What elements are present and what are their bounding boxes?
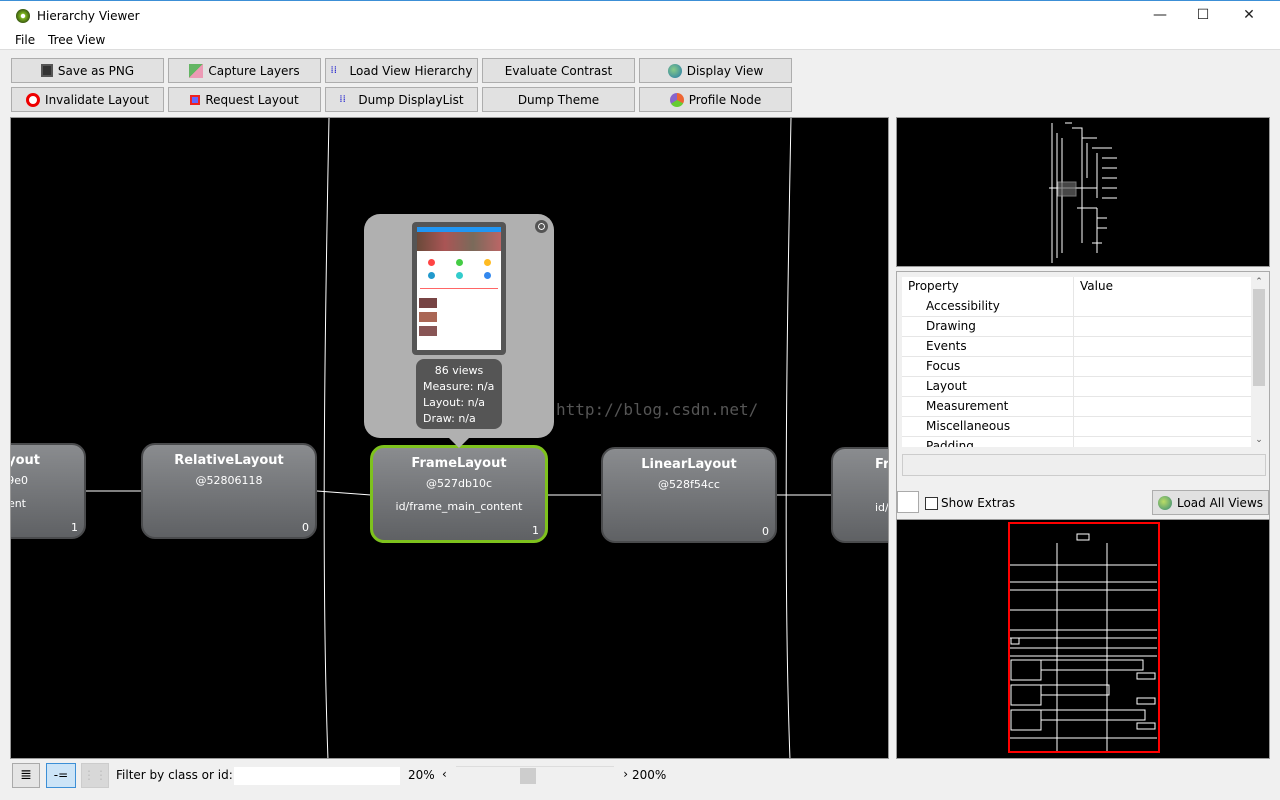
node-stats: 86 views Measure: n/a Layout: n/a Draw: …: [416, 359, 502, 429]
invalidate-layout-button[interactable]: Invalidate Layout: [11, 87, 164, 112]
property-value: [1074, 357, 1251, 376]
capture-layers-button[interactable]: Capture Layers: [168, 58, 321, 83]
property-value: [1074, 397, 1251, 416]
property-name: Measurement: [902, 397, 1074, 416]
view-preview-image: [412, 222, 506, 355]
tree-view-mode-icon[interactable]: ≣: [12, 763, 40, 788]
property-row[interactable]: Miscellaneous: [902, 417, 1251, 437]
tree-canvas[interactable]: http://blog.csdn.net/ yout 9e0 ent 1 Rel…: [10, 117, 889, 759]
zoom-increase-icon: ›: [623, 767, 628, 781]
maximize-preview-icon[interactable]: [535, 220, 548, 233]
load-all-views-button[interactable]: Load All Views: [1152, 490, 1269, 515]
save-as-png-button[interactable]: Save as PNG: [11, 58, 164, 83]
property-value: [1074, 337, 1251, 356]
zoom-slider[interactable]: ‹ ›: [442, 766, 628, 786]
right-panel: Property Value Accessibility Drawing Events…: [894, 117, 1272, 759]
property-column-header[interactable]: Property: [902, 277, 1074, 297]
overview-viewport: [1057, 181, 1077, 197]
property-row[interactable]: Focus: [902, 357, 1251, 377]
dump-displaylist-button[interactable]: ⁞⁞ Dump DisplayList: [325, 87, 478, 112]
property-name: Padding: [902, 437, 1074, 447]
property-value: [1074, 417, 1251, 436]
tree-icon: ⁞⁞: [330, 64, 337, 76]
menu-file[interactable]: File: [15, 33, 35, 47]
title-bar: Hierarchy Viewer — ☐ ✕: [0, 0, 1280, 30]
zoom-decrease-icon: ‹: [442, 767, 447, 781]
tree-node-relativelayout[interactable]: RelativeLayout @52806118 0: [141, 443, 317, 539]
tree-node[interactable]: Fr ( id/: [831, 447, 888, 543]
menu-bar: File Tree View: [0, 30, 1280, 50]
zoom-min-label: 20%: [408, 768, 435, 782]
filter-label: Filter by class or id:: [116, 768, 233, 782]
property-name: Events: [902, 337, 1074, 356]
status-bar: ≣ -= ⋮⋮ Filter by class or id: 20% ‹ › 2…: [10, 760, 1272, 790]
app-icon: [16, 9, 30, 23]
layout-mode-icon[interactable]: -=: [46, 763, 76, 788]
minimize-button[interactable]: —: [1150, 7, 1170, 25]
color-swatch: [897, 491, 919, 513]
dump-theme-button[interactable]: Dump Theme: [482, 87, 635, 112]
tree-node-linearlayout[interactable]: LinearLayout @528f54cc 0: [601, 447, 777, 543]
tree-icon: ⁞⁞: [339, 93, 346, 105]
property-scrollbar[interactable]: ⌃ ⌄: [1251, 277, 1267, 447]
filter-input[interactable]: [234, 767, 400, 785]
property-row[interactable]: Padding: [902, 437, 1251, 447]
property-name: Focus: [902, 357, 1074, 376]
zoom-slider-thumb[interactable]: [519, 768, 536, 784]
layers-icon: [189, 63, 204, 78]
profile-icon: [669, 92, 684, 107]
overview-tree-lines: [1049, 122, 1117, 263]
maximize-button[interactable]: ☐: [1193, 7, 1213, 25]
property-detail-field[interactable]: [902, 454, 1266, 476]
scroll-up-icon: ⌃: [1255, 277, 1263, 287]
grid-mode-icon[interactable]: ⋮⋮: [81, 763, 109, 788]
property-name: Miscellaneous: [902, 417, 1074, 436]
close-button[interactable]: ✕: [1239, 7, 1259, 25]
property-value: [1074, 317, 1251, 336]
property-name: Accessibility: [902, 297, 1074, 316]
property-name: Layout: [902, 377, 1074, 396]
request-layout-button[interactable]: Request Layout: [168, 87, 321, 112]
layout-boxes: [1008, 522, 1160, 753]
value-column-header[interactable]: Value: [1074, 277, 1251, 297]
property-row[interactable]: Drawing: [902, 317, 1251, 337]
tree-node[interactable]: yout 9e0 ent 1: [11, 443, 86, 539]
show-extras-label: Show Extras: [941, 496, 1016, 510]
scroll-down-icon: ⌄: [1255, 435, 1263, 445]
evaluate-contrast-button[interactable]: Evaluate Contrast: [482, 58, 635, 83]
watermark: http://blog.csdn.net/: [556, 400, 759, 419]
globe-icon: [667, 63, 682, 78]
floppy-icon: [40, 64, 53, 77]
window-title: Hierarchy Viewer: [37, 9, 140, 23]
zoom-max-label: 200%: [632, 768, 667, 782]
no-entry-icon: [26, 92, 41, 107]
property-row[interactable]: Events: [902, 337, 1251, 357]
property-value: [1074, 437, 1251, 447]
profile-node-button[interactable]: Profile Node: [639, 87, 792, 112]
load-view-hierarchy-button[interactable]: ⁞⁞ Load View Hierarchy: [325, 58, 478, 83]
layout-view[interactable]: [896, 519, 1270, 759]
property-row[interactable]: Layout: [902, 377, 1251, 397]
display-view-button[interactable]: Display View: [639, 58, 792, 83]
property-name: Drawing: [902, 317, 1074, 336]
show-extras-checkbox[interactable]: [925, 497, 938, 510]
property-value: [1074, 377, 1251, 396]
property-value: [1074, 297, 1251, 316]
property-table: Property Value Accessibility Drawing Events…: [902, 277, 1251, 447]
scroll-thumb: [1253, 289, 1265, 386]
tree-node-framelayout-selected[interactable]: FrameLayout @527db10c id/frame_main_cont…: [370, 445, 548, 543]
property-row[interactable]: Measurement: [902, 397, 1251, 417]
request-layout-icon: [190, 94, 201, 105]
node-preview-popup: 86 views Measure: n/a Layout: n/a Draw: …: [364, 214, 554, 448]
globe-icon: [1157, 495, 1172, 510]
tree-overview[interactable]: [896, 117, 1270, 267]
menu-tree-view[interactable]: Tree View: [48, 33, 105, 47]
property-row[interactable]: Accessibility: [902, 297, 1251, 317]
